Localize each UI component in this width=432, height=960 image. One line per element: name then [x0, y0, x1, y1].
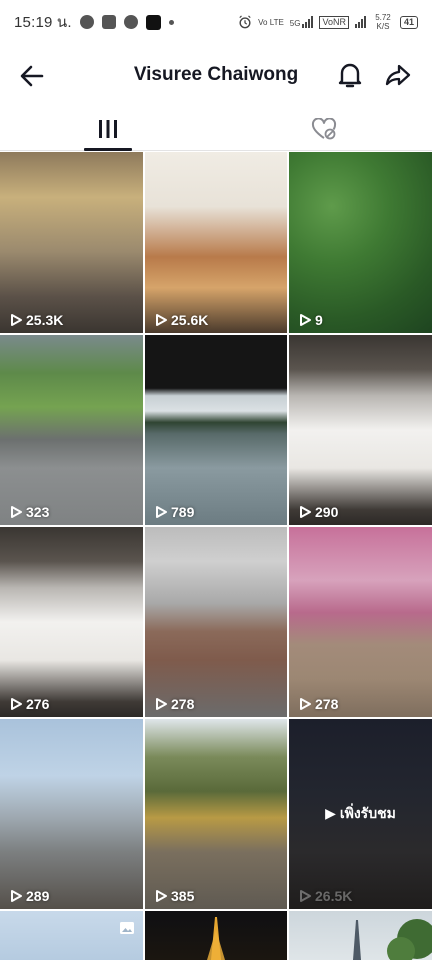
heart-hidden-icon	[311, 117, 337, 139]
volte-label: Vo LTE	[258, 17, 284, 27]
video-tile[interactable]	[289, 911, 432, 960]
play-icon	[300, 506, 311, 518]
video-tile[interactable]: 323	[0, 335, 143, 525]
battery-icon: 41	[399, 15, 418, 29]
view-count-text: 25.3K	[26, 312, 64, 328]
tab-liked[interactable]	[300, 106, 348, 151]
video-tile[interactable]: 276	[0, 527, 143, 717]
view-count: 9	[298, 312, 323, 328]
view-count: 323	[9, 504, 49, 520]
eiffel-tower-thumbnail	[353, 919, 432, 960]
network-speed: 5.72 K/S	[375, 13, 391, 31]
video-tile[interactable]	[0, 911, 143, 960]
play-icon	[300, 698, 311, 710]
status-bar: 15:19 น. Vo LTE 5G VoNR 5.72 K/S 41	[0, 0, 432, 44]
profile-tabs	[0, 106, 432, 151]
eiffel-tower-thumbnail	[207, 917, 225, 960]
view-count-text: 290	[315, 504, 339, 520]
more-notifications-icon	[168, 19, 174, 25]
play-icon	[156, 506, 167, 518]
video-grid: 25.3K 25.6K 9 323 789 290 276 278 278 28…	[0, 152, 432, 960]
signal-5g-icon: 5G	[290, 16, 314, 28]
view-count-text: 385	[171, 888, 195, 904]
status-time: 15:19 น.	[14, 14, 72, 31]
page-title: Visuree Chaiwong	[133, 64, 299, 85]
tab-videos[interactable]	[84, 106, 132, 151]
view-count: 278	[298, 696, 338, 712]
video-tile[interactable]: 385	[145, 719, 287, 909]
play-icon	[156, 698, 167, 710]
view-count: 25.3K	[9, 312, 63, 328]
video-tile[interactable]	[145, 911, 287, 960]
video-tile[interactable]: 25.6K	[145, 152, 287, 333]
play-icon	[11, 506, 22, 518]
play-icon	[156, 314, 167, 326]
view-count: 789	[154, 504, 194, 520]
view-count: 289	[9, 888, 49, 904]
play-icon	[11, 698, 22, 710]
video-tile[interactable]: 289	[0, 719, 143, 909]
tiktok-icon	[145, 14, 161, 30]
view-count-text: 278	[315, 696, 339, 712]
shop-icon	[101, 15, 116, 29]
play-triangle-icon: ▶	[325, 805, 336, 821]
status-right: Vo LTE 5G VoNR 5.72 K/S 41	[238, 13, 418, 31]
view-count: 385	[154, 888, 194, 904]
alarm-icon	[239, 15, 251, 29]
view-count-text: 789	[171, 504, 195, 520]
view-count-text: 289	[26, 888, 50, 904]
view-count: 278	[154, 696, 194, 712]
play-icon	[300, 890, 311, 902]
view-count: 25.6K	[154, 312, 208, 328]
video-tile[interactable]: 290	[289, 335, 432, 525]
video-tile[interactable]: 25.3K	[0, 152, 143, 333]
vonr-badge: VoNR	[319, 15, 349, 29]
line-icon	[123, 15, 138, 29]
video-tile[interactable]: ▶ เพิ่งรับชม 26.5K	[289, 719, 432, 909]
video-tile[interactable]: 9	[289, 152, 432, 333]
recently-watched-label: ▶ เพิ่งรับชม	[289, 803, 432, 825]
play-icon	[156, 890, 167, 902]
status-left: 15:19 น.	[14, 10, 174, 34]
view-count-text: 9	[315, 312, 323, 328]
view-count-text: 276	[26, 696, 50, 712]
photo-icon	[120, 922, 134, 934]
view-count-text: 278	[171, 696, 195, 712]
active-tab-indicator	[84, 148, 132, 151]
video-tile[interactable]: 789	[145, 335, 287, 525]
recently-watched-text: เพิ่งรับชม	[339, 805, 396, 821]
signal-icon	[354, 16, 366, 28]
bell-icon[interactable]	[336, 60, 364, 90]
view-count: 276	[9, 696, 49, 712]
profile-header: Visuree Chaiwong	[0, 50, 432, 100]
play-icon	[11, 314, 22, 326]
video-tile[interactable]: 278	[289, 527, 432, 717]
view-count-text: 323	[26, 504, 50, 520]
video-tile[interactable]: 278	[145, 527, 287, 717]
view-count-text: 25.6K	[171, 312, 209, 328]
play-icon	[11, 890, 22, 902]
share-arrow-icon[interactable]	[384, 61, 412, 89]
messenger-icon	[79, 15, 94, 29]
view-count: 26.5K	[298, 888, 352, 904]
play-icon	[300, 314, 311, 326]
view-count: 290	[298, 504, 338, 520]
grid-bars-icon	[99, 119, 117, 138]
view-count-text: 26.5K	[315, 888, 353, 904]
